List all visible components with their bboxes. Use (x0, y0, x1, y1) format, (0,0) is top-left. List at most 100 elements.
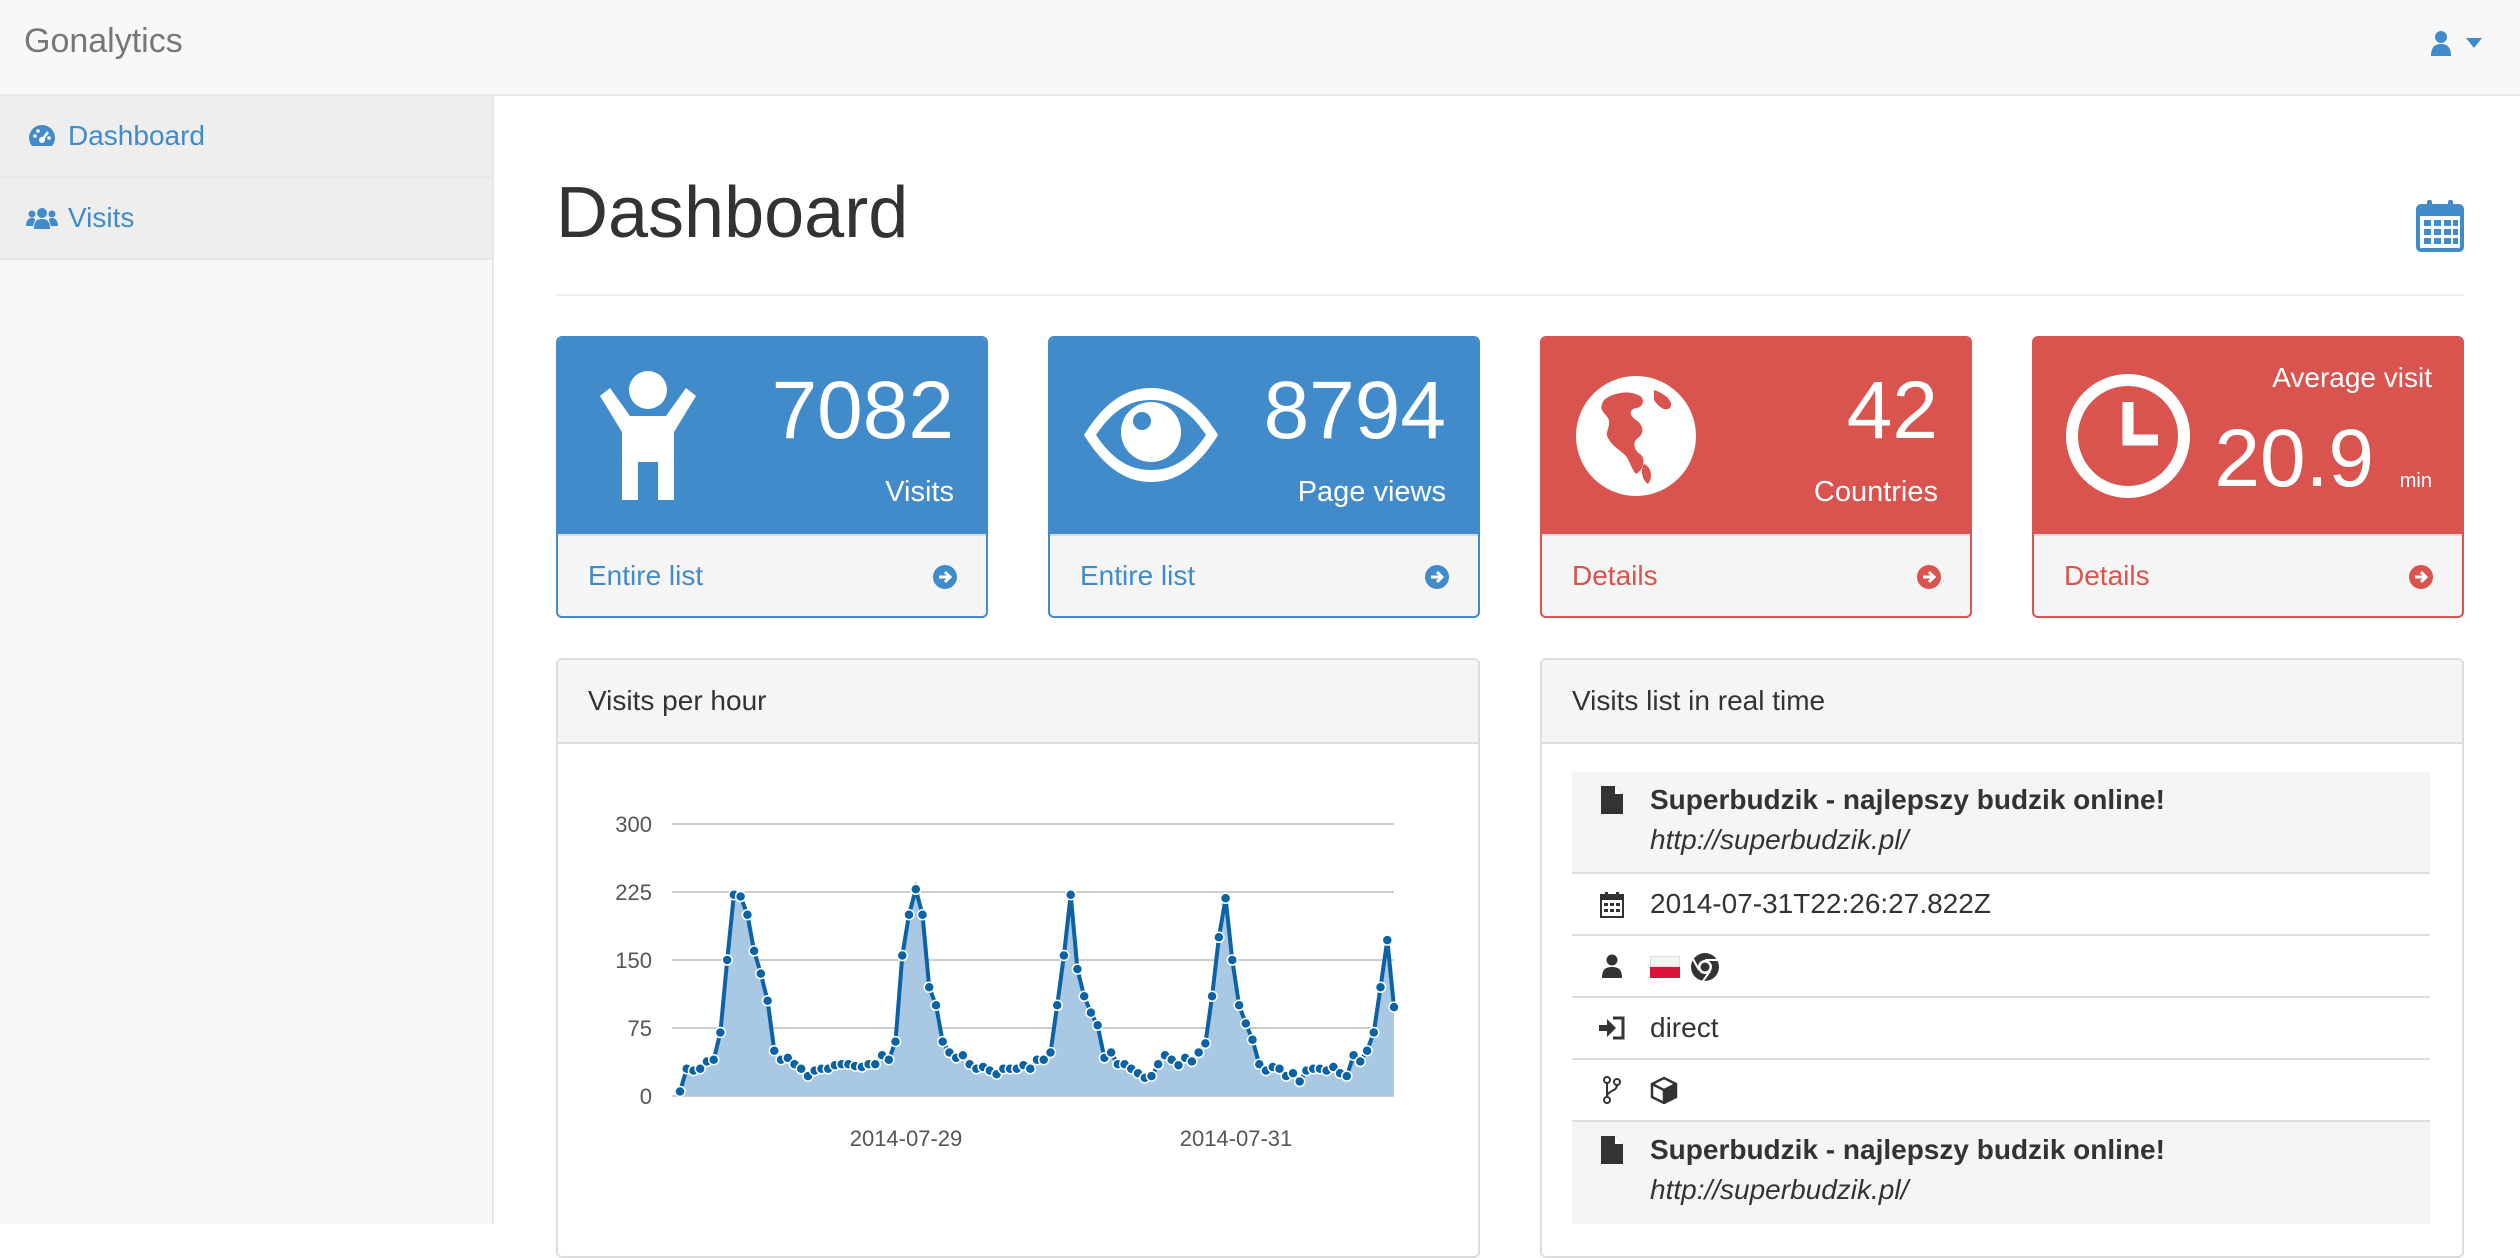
data-point[interactable] (1044, 1046, 1057, 1059)
data-point[interactable] (1206, 990, 1218, 1003)
stat-heading: 7082 Visits (558, 338, 986, 534)
data-point[interactable] (936, 1035, 949, 1048)
pageviews-entire-list-link[interactable]: Entire list (1050, 534, 1478, 616)
data-point[interactable] (755, 967, 767, 980)
data-point[interactable] (721, 954, 733, 966)
data-point[interactable] (903, 908, 915, 921)
countries-details-link[interactable]: Details (1542, 534, 1970, 616)
data-point[interactable] (957, 1049, 969, 1061)
data-point[interactable] (1293, 1075, 1306, 1088)
link-label: Details (1572, 560, 1658, 591)
data-point[interactable] (1152, 1058, 1164, 1071)
visit-user-row (1572, 936, 2430, 998)
data-point[interactable] (869, 1058, 882, 1071)
data-point[interactable] (1071, 963, 1084, 975)
data-point[interactable] (1091, 1019, 1104, 1032)
data-point[interactable] (1246, 1034, 1259, 1046)
data-point[interactable] (1240, 1017, 1252, 1030)
calendar-button[interactable] (2416, 200, 2464, 252)
data-point[interactable] (707, 1053, 720, 1066)
data-point[interactable] (1341, 1070, 1353, 1082)
data-point[interactable] (1051, 999, 1063, 1012)
data-point[interactable] (741, 908, 754, 921)
data-point[interactable] (768, 1044, 781, 1057)
pageviews-stat-panel: 8794 Page views Entire list (1048, 336, 1480, 618)
visits-list: Superbudzik - najlepszy budzik online! h… (1572, 772, 2430, 1224)
data-point[interactable] (1354, 1055, 1367, 1068)
data-point[interactable] (1361, 1044, 1373, 1057)
globe-icon (1576, 376, 1696, 496)
data-point[interactable] (910, 883, 922, 896)
data-point[interactable] (930, 999, 942, 1012)
visits-per-hour-panel: Visits per hour 300 225 150 75 0 2014-07-29 … (556, 658, 1480, 1258)
data-point[interactable] (1368, 1026, 1380, 1039)
page-url[interactable]: http://superbudzik.pl/ (1650, 824, 1908, 856)
average-visit-unit: min (2399, 470, 2432, 492)
visit-source: direct (1650, 1012, 1719, 1043)
data-point[interactable] (883, 1053, 895, 1066)
visits-per-hour-chart: 300 225 150 75 0 2014-07-29 2014-07-31 (615, 812, 1400, 1151)
dashboard-icon (26, 120, 58, 152)
arrow-circle-right-icon (933, 565, 957, 589)
x-tick-label: 2014-07-29 (850, 1126, 963, 1151)
data-point[interactable] (1192, 1046, 1205, 1059)
visits-entire-list-link[interactable]: Entire list (558, 534, 986, 616)
data-point[interactable] (889, 1035, 902, 1048)
y-tick-label: 75 (628, 1016, 652, 1041)
poland-flag-icon (1650, 956, 1680, 978)
data-point[interactable] (1105, 1046, 1117, 1059)
data-point[interactable] (1388, 1001, 1400, 1013)
average-visit-stat-panel: Average visit 20.9 min Details (2032, 336, 2464, 618)
data-point[interactable] (1226, 954, 1239, 966)
data-point[interactable] (1064, 888, 1077, 901)
x-tick-label: 2014-07-31 (1180, 1126, 1293, 1151)
cube-icon (1650, 1076, 1678, 1104)
data-point[interactable] (674, 1085, 686, 1098)
pageviews-label: Page views (1297, 476, 1446, 508)
sidebar-item-label: Dashboard (68, 120, 205, 151)
user-menu-toggle[interactable] (2430, 30, 2482, 56)
link-label: Entire list (1080, 560, 1196, 591)
data-point[interactable] (1219, 892, 1232, 905)
average-visit-details-link[interactable]: Details (2034, 534, 2462, 616)
page-url[interactable]: http://superbudzik.pl/ (1650, 1174, 1908, 1206)
y-tick-label: 0 (640, 1084, 652, 1109)
data-point[interactable] (734, 890, 747, 903)
data-point[interactable] (1024, 1063, 1037, 1075)
y-tick-label: 150 (615, 948, 652, 973)
visit-fork-row (1572, 1060, 2430, 1122)
data-point[interactable] (1199, 1037, 1212, 1050)
data-point[interactable] (1186, 1055, 1198, 1068)
visits-label: Visits (885, 476, 954, 508)
chrome-icon (1691, 953, 1719, 982)
stat-heading: 42 Countries (1542, 338, 1970, 534)
stat-heading: 8794 Page views (1050, 338, 1478, 534)
page-title: Superbudzik - najlepszy budzik online! (1650, 784, 2165, 815)
sidebar-item-label: Visits (68, 202, 135, 233)
average-visit-heading: Average visit (2272, 362, 2432, 393)
countries-count: 42 (1846, 365, 1938, 456)
data-point[interactable] (1233, 999, 1245, 1012)
user-icon (1602, 954, 1622, 978)
data-point[interactable] (1213, 931, 1225, 944)
caret-down-icon (2466, 38, 2482, 48)
sidebar-item-visits[interactable]: Visits (0, 178, 492, 260)
data-point[interactable] (916, 908, 929, 921)
data-point[interactable] (1085, 1006, 1097, 1019)
data-point[interactable] (1374, 981, 1387, 993)
data-point[interactable] (1058, 949, 1070, 962)
clock-icon (2066, 374, 2190, 498)
data-point[interactable] (896, 949, 909, 962)
data-point[interactable] (1078, 990, 1090, 1003)
data-point[interactable] (714, 1026, 727, 1039)
brand-logo[interactable]: Gonalytics (24, 22, 183, 61)
sidebar: Dashboard Visits (0, 96, 494, 1224)
sidebar-item-dashboard[interactable]: Dashboard (0, 96, 492, 178)
visit-page-row[interactable]: Superbudzik - najlepszy budzik online! h… (1572, 772, 2430, 874)
data-point[interactable] (1145, 1070, 1158, 1082)
data-point[interactable] (748, 945, 760, 957)
visit-page-row[interactable]: Superbudzik - najlepszy budzik online! h… (1572, 1122, 2430, 1224)
data-point[interactable] (761, 995, 774, 1007)
data-point[interactable] (1381, 934, 1394, 946)
data-point[interactable] (923, 981, 935, 993)
